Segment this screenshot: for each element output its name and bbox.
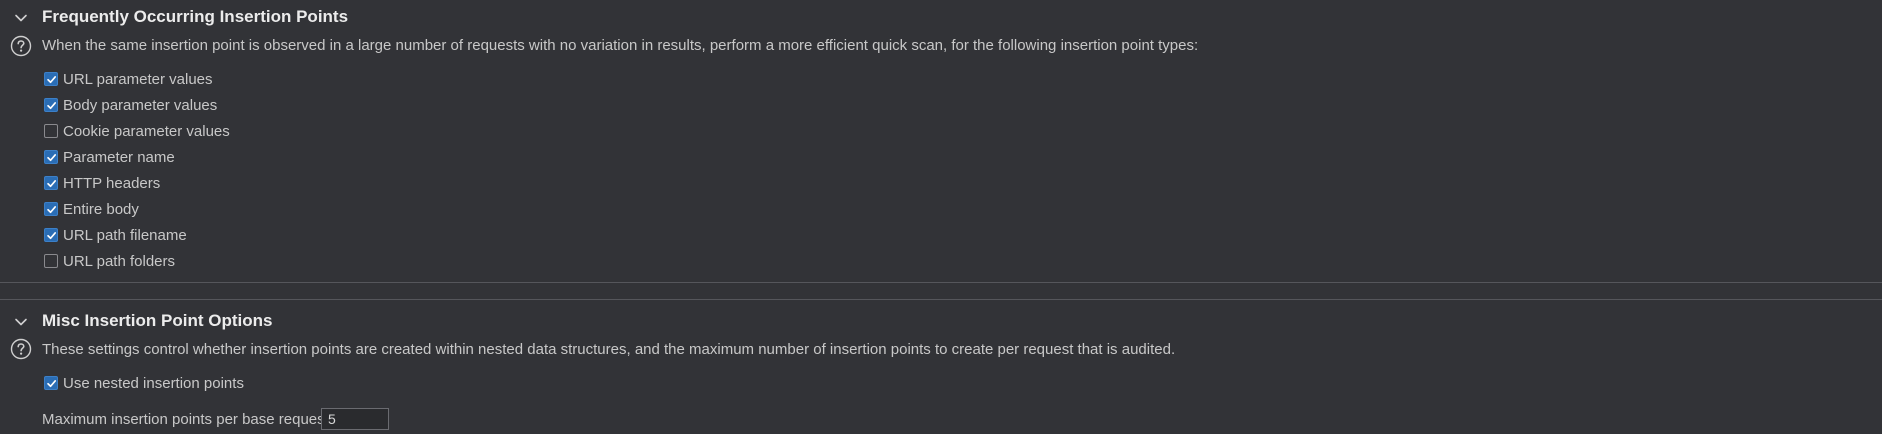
checkmark-icon [46, 231, 56, 239]
help-icon[interactable] [10, 338, 32, 360]
checkmark-icon [46, 179, 56, 187]
checkmark-icon [46, 379, 56, 387]
checkbox-label: Use nested insertion points [63, 374, 244, 392]
checkbox[interactable] [44, 228, 58, 242]
help-icon[interactable] [10, 35, 32, 57]
insertion-point-option[interactable]: HTTP headers [44, 174, 160, 192]
checkbox[interactable] [44, 150, 58, 164]
insertion-point-option[interactable]: Entire body [44, 200, 139, 218]
checkmark-icon [46, 205, 56, 213]
insertion-point-option[interactable]: URL path filename [44, 226, 187, 244]
section-divider [0, 282, 1882, 283]
section-description: When the same insertion point is observe… [42, 37, 1199, 54]
max-insertion-points-label: Maximum insertion points per base reques… [42, 411, 333, 428]
checkbox-label: URL parameter values [63, 70, 213, 88]
section-divider [0, 299, 1882, 300]
insertion-point-option[interactable]: Cookie parameter values [44, 122, 230, 140]
insertion-point-option[interactable]: Parameter name [44, 148, 175, 166]
chevron-down-icon[interactable] [14, 315, 28, 329]
insertion-point-option[interactable]: URL path folders [44, 252, 175, 270]
max-insertion-points-input[interactable] [321, 408, 389, 430]
chevron-down-icon[interactable] [14, 11, 28, 25]
checkmark-icon [46, 101, 56, 109]
checkbox-label: Body parameter values [63, 96, 218, 114]
section-title: Misc Insertion Point Options [42, 311, 273, 330]
insertion-point-option[interactable]: Body parameter values [44, 96, 217, 114]
insertion-point-option[interactable]: URL parameter values [44, 70, 213, 88]
checkbox-label: HTTP headers [63, 174, 161, 192]
checkbox[interactable] [44, 124, 58, 138]
checkbox-label: Parameter name [63, 148, 175, 166]
checkbox-label: URL path filename [63, 226, 187, 244]
checkbox[interactable] [44, 72, 58, 86]
checkbox-label: Entire body [63, 200, 139, 218]
checkbox[interactable] [44, 176, 58, 190]
checkbox[interactable] [44, 202, 58, 216]
section-title: Frequently Occurring Insertion Points [42, 7, 349, 26]
section-description: These settings control whether insertion… [42, 341, 1176, 358]
checkmark-icon [46, 75, 56, 83]
checkbox[interactable] [44, 254, 58, 268]
checkbox[interactable] [44, 98, 58, 112]
checkbox-label: URL path folders [63, 252, 176, 270]
use-nested-insertion-points-checkbox[interactable]: Use nested insertion points [44, 374, 244, 392]
checkmark-icon [46, 153, 56, 161]
checkbox-label: Cookie parameter values [63, 122, 230, 140]
checkbox[interactable] [44, 376, 58, 390]
